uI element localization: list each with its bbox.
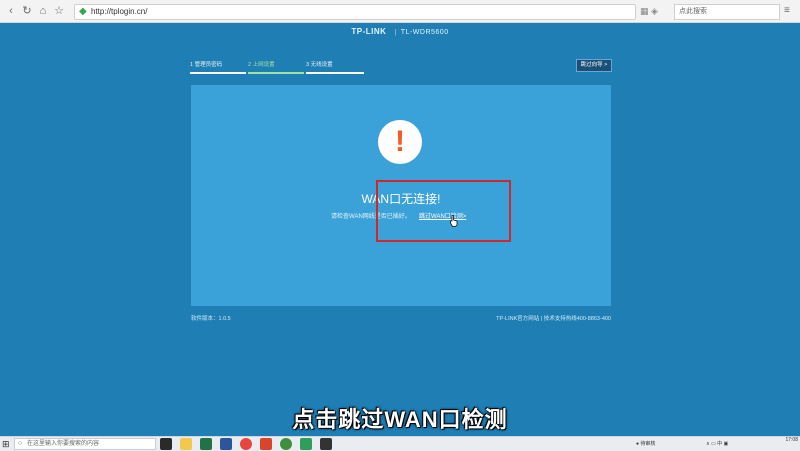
warning-icon: ! bbox=[378, 120, 422, 164]
exclamation-icon: ! bbox=[395, 125, 405, 158]
word-icon[interactable] bbox=[220, 438, 232, 450]
task-view-icon[interactable] bbox=[160, 438, 172, 450]
footer-links[interactable]: TP-LINK官方网站 | 技术支持热线400-8863-400 bbox=[494, 314, 611, 324]
video-subtitle: 点击跳过WAN口检测 bbox=[292, 407, 508, 432]
chrome-icon[interactable] bbox=[240, 438, 252, 450]
step-progress-bar bbox=[306, 72, 364, 74]
browser-toolbar: ‹ ↻ ⌂ ☆ ◆ http://tplogin.cn/ ▦ ◈ 点此搜索 ≡ bbox=[0, 0, 800, 23]
browser-search-box[interactable]: 点此搜索 bbox=[674, 4, 780, 20]
clock-time: 17:08 bbox=[785, 437, 798, 443]
step-admin-password: 1 管理员密码 bbox=[190, 60, 246, 74]
app-red-icon[interactable] bbox=[260, 438, 272, 450]
header-separator: | bbox=[394, 29, 397, 36]
taskbar-search-box[interactable]: ○ 在这里输入你要搜索的内容 bbox=[14, 438, 156, 450]
address-bar[interactable]: ◆ http://tplogin.cn/ bbox=[74, 4, 636, 20]
browser-menu-icon[interactable]: ≡ bbox=[784, 4, 796, 18]
browser-search-placeholder: 点此搜索 bbox=[679, 8, 707, 15]
app-dark-icon[interactable] bbox=[320, 438, 332, 450]
step-label: 1 管理员密码 bbox=[190, 62, 223, 68]
step-wireless-settings: 3 无线设置 bbox=[306, 60, 364, 74]
browser-360-icon[interactable] bbox=[280, 438, 292, 450]
search-icon: ○ bbox=[18, 440, 23, 447]
taskbar-apps bbox=[160, 438, 340, 450]
highlight-box bbox=[376, 180, 511, 242]
secure-shield-icon: ◆ bbox=[79, 6, 87, 17]
taskbar-search-placeholder: 在这里输入你要搜索的内容 bbox=[27, 441, 100, 447]
back-icon[interactable]: ‹ bbox=[4, 4, 18, 18]
router-header: TP-LINK | TL-WDR5600 bbox=[0, 22, 800, 42]
windows-taskbar: ⊞ ○ 在这里输入你要搜索的内容 ● 待审核 ∧ ▭ 中 ▣ 17:08 bbox=[0, 436, 800, 451]
excel-icon[interactable] bbox=[200, 438, 212, 450]
tray-status-item[interactable]: ● 待审核 bbox=[636, 438, 682, 450]
reload-icon[interactable]: ↻ bbox=[20, 4, 34, 18]
software-version: 软件版本：1.0.5 bbox=[191, 316, 231, 322]
address-url[interactable]: http://tplogin.cn/ bbox=[91, 5, 147, 19]
skip-guide-button[interactable]: 跳过向导 > bbox=[576, 59, 612, 72]
favorite-star-icon[interactable]: ☆ bbox=[52, 4, 66, 18]
taskbar-clock[interactable]: 17:08 bbox=[768, 437, 798, 451]
step-internet-settings: 2 上网设置 bbox=[248, 60, 304, 74]
router-model: TL-WDR5600 bbox=[400, 29, 449, 36]
browser-tools-icon[interactable]: ▦ ◈ bbox=[640, 4, 670, 18]
wan-status-panel: ! WAN口无连接! 请检查WAN网线是否已插好。 跳过WAN口检测> bbox=[191, 85, 611, 306]
windows-start-icon[interactable]: ⊞ bbox=[2, 438, 12, 450]
system-tray-icons[interactable]: ∧ ▭ 中 ▣ bbox=[706, 438, 766, 450]
step-progress-bar bbox=[248, 72, 304, 74]
step-progress-bar bbox=[190, 72, 246, 74]
app-green-icon[interactable] bbox=[300, 438, 312, 450]
setup-steps: 1 管理员密码 2 上网设置 3 无线设置 bbox=[190, 60, 364, 74]
home-icon[interactable]: ⌂ bbox=[36, 4, 50, 18]
step-label: 3 无线设置 bbox=[306, 62, 333, 68]
tp-link-logo: TP-LINK bbox=[351, 27, 387, 36]
step-label: 2 上网设置 bbox=[248, 62, 275, 68]
file-explorer-icon[interactable] bbox=[180, 438, 192, 450]
